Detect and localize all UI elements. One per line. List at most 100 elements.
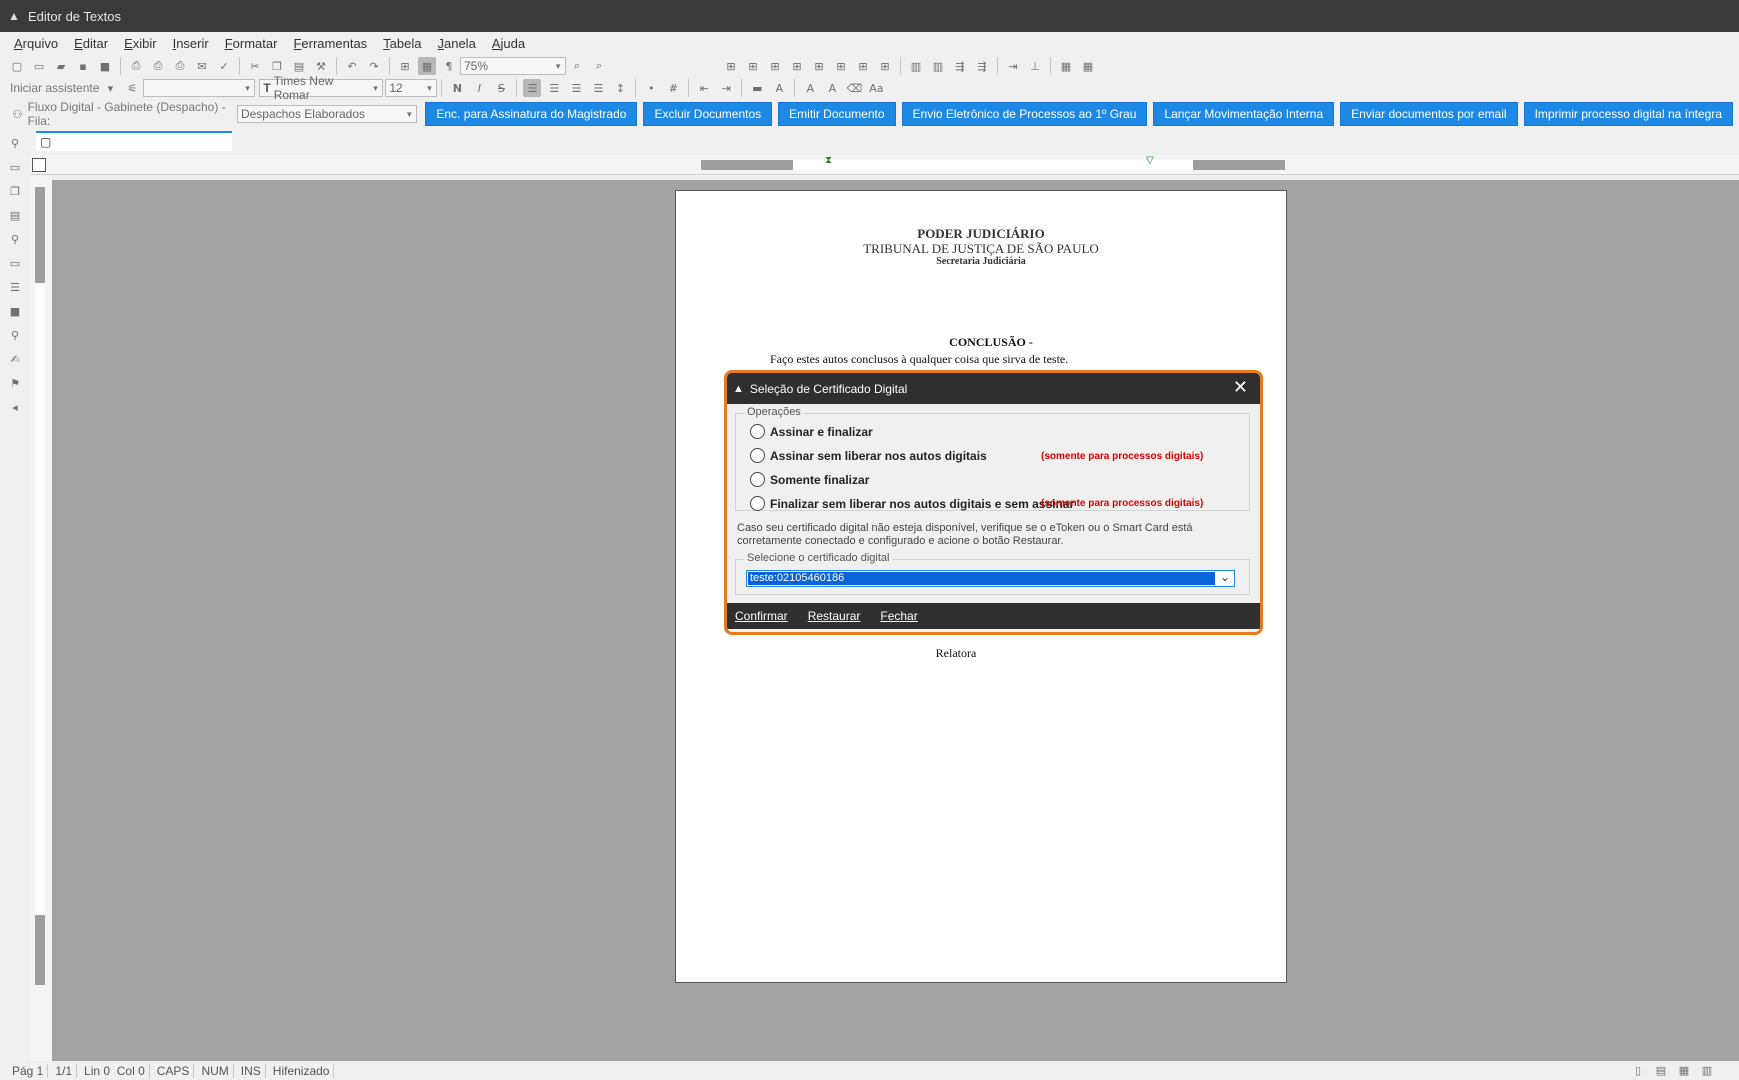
excluir-documentos-button[interactable]: Excluir Documentos (643, 102, 773, 126)
save-icon[interactable]: ■ (96, 57, 114, 75)
document-icon[interactable]: ■ (6, 302, 24, 320)
strikethrough-button[interactable]: S (492, 79, 510, 97)
enc-assinatura-button[interactable]: Enc. para Assinatura do Magistrado (425, 102, 638, 126)
queue-select[interactable]: Despachos Elaborados ▼ (236, 105, 418, 123)
align-cell-icon[interactable]: ⇥ (1004, 57, 1022, 75)
clear-format-icon[interactable]: ⌫ (845, 79, 863, 97)
certificate-select[interactable]: teste:02105460186 ⌄ (746, 570, 1235, 587)
merge-cells-icon[interactable]: ▥ (907, 57, 925, 75)
table-icon[interactable]: ⊞ (876, 57, 894, 75)
signature-icon[interactable]: ✍ (6, 350, 24, 368)
tool-icon[interactable]: ▭ (6, 158, 24, 176)
split-cells-icon[interactable]: ▥ (929, 57, 947, 75)
confirm-button[interactable]: Confirmar (735, 609, 788, 623)
comment-icon[interactable]: ▭ (6, 254, 24, 272)
location-icon[interactable]: ⚲ (6, 326, 24, 344)
font-color-icon[interactable]: A (770, 79, 788, 97)
table-icon[interactable]: ⊞ (832, 57, 850, 75)
radio-button[interactable] (750, 472, 765, 487)
cut-icon[interactable]: ✂ (246, 57, 264, 75)
collapse-icon[interactable]: ◂ (6, 398, 24, 416)
tool-icon[interactable]: ❐ (6, 182, 24, 200)
menu-formatar[interactable]: Formatar (225, 36, 278, 51)
lancar-movimentacao-button[interactable]: Lançar Movimentação Interna (1153, 102, 1335, 126)
menu-janela[interactable]: Janela (437, 36, 475, 51)
menu-ferramentas[interactable]: Ferramentas (293, 36, 367, 51)
assistant-label[interactable]: Iniciar assistente (10, 81, 99, 95)
menu-tabela[interactable]: Tabela (383, 36, 421, 51)
tool-icon[interactable]: ⚲ (6, 134, 24, 152)
table-icon[interactable]: ⊞ (744, 57, 762, 75)
close-icon[interactable]: ✕ (1233, 379, 1248, 397)
close-button[interactable]: Fechar (880, 609, 917, 623)
bullets-icon[interactable]: • (642, 79, 660, 97)
table-icon[interactable]: ⊞ (854, 57, 872, 75)
valign-cell-icon[interactable]: ⊥ (1026, 57, 1044, 75)
save-as-icon[interactable]: ▪ (74, 57, 92, 75)
indent-marker-icon[interactable]: ⧗ (825, 155, 832, 166)
tab-stop-selector[interactable] (32, 158, 46, 172)
horizontal-ruler[interactable]: ⧗ ▽ (30, 155, 1739, 175)
decrease-indent-icon[interactable]: ⇤ (695, 79, 713, 97)
imprimir-processo-button[interactable]: Imprimir processo digital na íntegra (1523, 102, 1733, 126)
table-icon[interactable]: ⊞ (788, 57, 806, 75)
chevron-down-icon[interactable]: ⌄ (1220, 570, 1230, 584)
new-icon[interactable]: ▭ (30, 57, 48, 75)
menu-editar[interactable]: Editar (74, 36, 108, 51)
list-icon[interactable]: ☰ (6, 278, 24, 296)
radio-button[interactable] (750, 424, 765, 439)
spellcheck-icon[interactable]: ✓ (215, 57, 233, 75)
grow-font-icon[interactable]: A (801, 79, 819, 97)
undo-icon[interactable]: ↶ (343, 57, 361, 75)
print-setup-icon[interactable]: ⎙ (171, 57, 189, 75)
menu-exibir[interactable]: Exibir (124, 36, 157, 51)
font-select[interactable]: T Times New Romar ▼ (259, 74, 384, 102)
menu-arquivo[interactable]: Arquivo (14, 36, 58, 51)
style-icon[interactable]: ⚟ (123, 79, 141, 97)
format-painter-icon[interactable]: ⚒ (312, 57, 330, 75)
insert-column-icon[interactable]: ⇶ (973, 57, 991, 75)
redo-icon[interactable]: ↷ (365, 57, 383, 75)
right-indent-marker-icon[interactable]: ▽ (1146, 155, 1154, 166)
table-insert-icon[interactable]: ⊞ (722, 57, 740, 75)
pilcrow-icon[interactable]: ¶ (440, 57, 458, 75)
envio-eletronico-button[interactable]: Envio Eletrônico de Processos ao 1º Grau (901, 102, 1148, 126)
restore-button[interactable]: Restaurar (808, 609, 861, 623)
print-preview-icon[interactable]: ⎙ (149, 57, 167, 75)
new-document-icon[interactable]: ▢ (8, 57, 26, 75)
align-center-icon[interactable]: ☰ (545, 79, 563, 97)
style-select[interactable]: ▼ (143, 79, 256, 97)
italic-button[interactable]: I (470, 79, 488, 97)
change-case-icon[interactable]: Aa (867, 79, 885, 97)
option-finalizar-sem-liberar[interactable]: Finalizar sem liberar nos autos digitais… (750, 496, 1074, 511)
search-icon[interactable]: ⚲ (6, 230, 24, 248)
font-size-select[interactable]: 12 ▼ (385, 79, 438, 97)
print-icon[interactable]: ⎙ (127, 57, 145, 75)
zoom-in-icon[interactable]: ⌕ (590, 57, 608, 75)
view-mode-icon[interactable]: ▤ (1652, 1062, 1670, 1080)
shrink-font-icon[interactable]: A (823, 79, 841, 97)
table-icon[interactable]: ⊞ (810, 57, 828, 75)
radio-button[interactable] (750, 496, 765, 511)
option-somente-finalizar[interactable]: Somente finalizar (750, 472, 869, 487)
document-tab[interactable]: ▢ (36, 131, 232, 151)
tool-icon[interactable]: ▤ (6, 206, 24, 224)
paint-icon[interactable]: ⚑ (6, 374, 24, 392)
highlight-icon[interactable]: ▬ (748, 79, 766, 97)
table-icon[interactable]: ⊞ (766, 57, 784, 75)
open-folder-icon[interactable]: ▰ (52, 57, 70, 75)
enviar-email-button[interactable]: Enviar documentos por email (1340, 102, 1518, 126)
borders-dropdown-icon[interactable]: ▦ (1079, 57, 1097, 75)
numbering-icon[interactable]: # (664, 79, 682, 97)
view-mode-icon[interactable]: ▯ (1629, 1062, 1647, 1080)
menu-inserir[interactable]: Inserir (173, 36, 209, 51)
email-icon[interactable]: ✉ (193, 57, 211, 75)
emitir-documento-button[interactable]: Emitir Documento (778, 102, 896, 126)
option-assinar-sem-liberar[interactable]: Assinar sem liberar nos autos digitais (750, 448, 987, 463)
insert-row-icon[interactable]: ⇶ (951, 57, 969, 75)
line-spacing-icon[interactable]: ↕ (611, 79, 629, 97)
view-mode-icon[interactable]: ▥ (1698, 1062, 1716, 1080)
copy-icon[interactable]: ❐ (268, 57, 286, 75)
borders-icon[interactable]: ▦ (1057, 57, 1075, 75)
bold-button[interactable]: N (448, 79, 466, 97)
